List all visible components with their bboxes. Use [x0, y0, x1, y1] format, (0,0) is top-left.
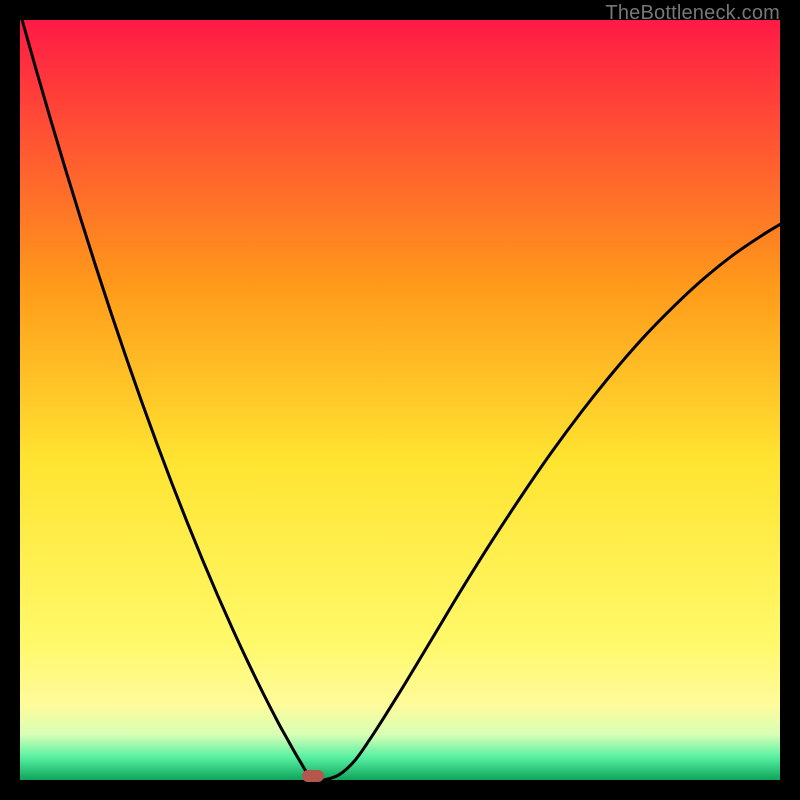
gradient-background: [20, 20, 780, 780]
outer-frame: TheBottleneck.com: [0, 0, 800, 800]
plot-area: [20, 20, 780, 780]
chart-svg: [20, 20, 780, 780]
minimum-marker: [302, 770, 324, 782]
